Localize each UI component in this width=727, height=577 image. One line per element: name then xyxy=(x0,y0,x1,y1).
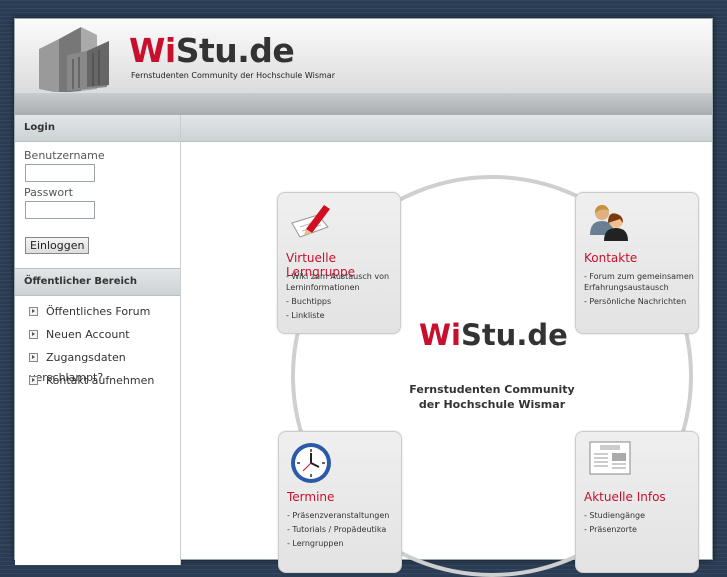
site-title-rest: Stu.de xyxy=(175,31,295,70)
box-list-item: - Linkliste xyxy=(286,311,325,320)
box-list-item: - Studiengänge xyxy=(584,511,646,520)
box-list-item: - Präsenzveranstaltungen xyxy=(287,511,390,520)
menu-item-label: Neuen Account xyxy=(46,328,130,341)
site-header: WiStu.de Fernstudenten Community der Hoc… xyxy=(15,19,712,93)
center-title-rest: Stu.de xyxy=(460,318,568,352)
box-list-item: - Forum zum gemeinsamen Erfahrungsaustau… xyxy=(584,272,694,292)
sidebar: Login Benutzername Passwort Einloggen Öf… xyxy=(15,115,181,565)
password-label: Passwort xyxy=(24,186,73,199)
center-subtitle: Fernstudenten Community der Hochschule Wi… xyxy=(397,382,587,412)
username-input[interactable] xyxy=(25,164,95,182)
box-list-item: - Präsenzorte xyxy=(584,525,637,534)
site-subtitle: Fernstudenten Community der Hochschule W… xyxy=(131,71,335,80)
public-menu: Öffentliches Forum Neuen Account Zugangs… xyxy=(15,302,180,394)
box-list: - Forum zum gemeinsamen Erfahrungsaustau… xyxy=(584,271,696,307)
menu-item-contact[interactable]: Kontakt aufnehmen xyxy=(15,371,180,394)
pencil-icon xyxy=(291,205,330,238)
box-current-news[interactable]: Aktuelle Infos - Studiengänge - Präsenzo… xyxy=(575,431,699,573)
box-list-item: - Lerngruppen xyxy=(287,539,344,548)
newspaper-icon xyxy=(589,441,631,475)
building-logo-icon xyxy=(39,27,109,93)
box-list-item: - Buchtipps xyxy=(286,297,332,306)
menu-item-label: Öffentliches Forum xyxy=(46,305,151,318)
public-area-heading: Öffentlicher Bereich xyxy=(15,268,180,296)
clock-icon xyxy=(291,443,331,483)
page-frame: WiStu.de Fernstudenten Community der Hoc… xyxy=(14,18,713,577)
arrow-bullet-icon xyxy=(29,329,38,339)
box-list-item: - Wiki zum Austausch von Lerninformation… xyxy=(286,272,390,292)
box-list-item: - Persönliche Nachrichten xyxy=(584,297,687,306)
arrow-bullet-icon xyxy=(29,306,38,316)
menu-item-label: Kontakt aufnehmen xyxy=(46,374,155,387)
username-label: Benutzername xyxy=(24,149,105,162)
login-button[interactable]: Einloggen xyxy=(25,237,90,254)
menu-item-forum[interactable]: Öffentliches Forum xyxy=(15,302,180,325)
header-bar xyxy=(15,92,712,115)
arrow-bullet-icon xyxy=(29,352,38,362)
box-virtual-study-group[interactable]: Virtuelle Lerngruppe - Wiki zum Austausc… xyxy=(277,192,401,334)
box-list: - Präsenzveranstaltungen - Tutorials / P… xyxy=(287,510,399,549)
login-heading: Login xyxy=(15,115,180,142)
box-list: - Studiengänge - Präsenzorte xyxy=(584,510,696,535)
center-subtitle-line1: Fernstudenten Community xyxy=(409,383,575,396)
box-contacts[interactable]: Kontakte - Forum zum gemeinsamen Erfahru… xyxy=(575,192,699,334)
menu-item-new-account[interactable]: Neuen Account xyxy=(15,325,180,348)
box-list-item: - Tutorials / Propädeutika xyxy=(287,525,387,534)
site-title[interactable]: WiStu.de xyxy=(129,31,295,70)
box-title: Termine xyxy=(287,490,335,504)
center-subtitle-line2: der Hochschule Wismar xyxy=(418,398,566,411)
box-title: Kontakte xyxy=(584,251,638,265)
box-list: - Wiki zum Austausch von Lerninformation… xyxy=(286,271,398,321)
main-header-bar xyxy=(181,115,712,142)
box-title: Aktuelle Infos xyxy=(584,490,666,504)
site-title-wi: Wi xyxy=(129,31,176,70)
menu-item-lost-credentials[interactable]: Zugangsdaten verschlampt? xyxy=(15,348,180,384)
box-dates[interactable]: Termine - Präsenzveranstaltungen - Tutor… xyxy=(278,431,402,573)
center-title-wi: Wi xyxy=(419,318,461,352)
main-content: WiStu.de Fernstudenten Community der Hoch… xyxy=(181,115,712,577)
people-icon xyxy=(590,204,628,241)
arrow-bullet-icon xyxy=(29,375,38,385)
password-input[interactable] xyxy=(25,201,95,219)
center-logo-title: WiStu.de xyxy=(419,318,568,352)
